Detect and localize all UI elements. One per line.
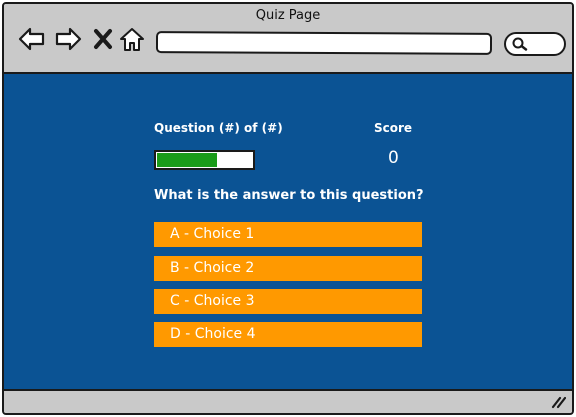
url-bar[interactable] (155, 31, 493, 55)
browser-window: Quiz Page Question (#) of (#) Score 0 Wh (2, 2, 574, 415)
choice-b-button[interactable]: B - Choice 2 (154, 256, 422, 281)
home-icon[interactable] (118, 26, 146, 52)
choice-a-button[interactable]: A - Choice 1 (154, 222, 422, 247)
progress-bar-fill (157, 153, 217, 167)
progress-bar (154, 150, 255, 170)
quiz-content: Question (#) of (#) Score 0 What is the … (4, 74, 572, 391)
status-bar (4, 391, 572, 413)
browser-toolbar: Quiz Page (4, 4, 572, 74)
forward-arrow-icon[interactable] (54, 26, 82, 52)
resize-grip-icon[interactable] (550, 395, 566, 409)
window-title: Quiz Page (255, 8, 321, 23)
search-box[interactable] (504, 32, 566, 56)
score-value: 0 (388, 148, 399, 168)
choice-c-button[interactable]: C - Choice 3 (154, 289, 422, 314)
score-label: Score (374, 121, 413, 135)
question-counter: Question (#) of (#) (154, 121, 283, 135)
choice-d-button[interactable]: D - Choice 4 (154, 322, 422, 347)
search-icon (512, 37, 528, 51)
close-x-icon[interactable] (90, 26, 118, 52)
back-arrow-icon[interactable] (18, 26, 46, 52)
question-text: What is the answer to this question? (154, 188, 424, 203)
